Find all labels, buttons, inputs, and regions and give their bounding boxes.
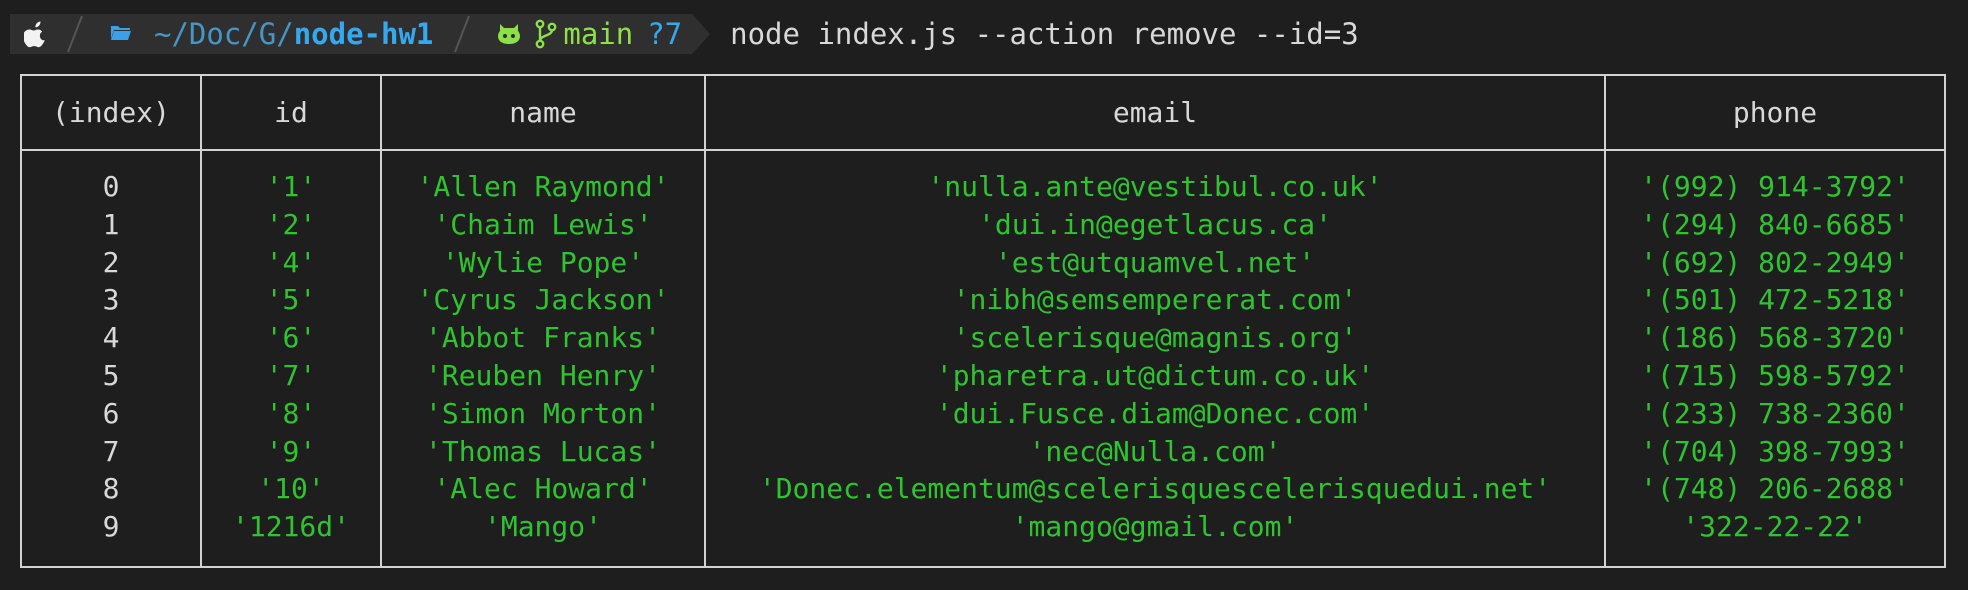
directory-segment: ~/Doc/G/ node-hw1 bbox=[90, 14, 450, 54]
directory-name: node-hw1 bbox=[293, 17, 434, 51]
command-text[interactable]: node index.js --action remove --id=3 bbox=[730, 17, 1359, 51]
header-divider bbox=[22, 149, 1944, 151]
phone-cell: '(692) 802-2949' bbox=[1640, 245, 1910, 279]
column-header-phone: phone bbox=[1732, 96, 1818, 129]
phone-cell: '(294) 840-6685' bbox=[1640, 207, 1910, 241]
email-cell: 'scelerisque@magnis.org' bbox=[952, 321, 1358, 355]
email-column: 'nulla.ante@vestibul.co.uk' 'dui.in@egetl… bbox=[706, 168, 1604, 546]
github-icon bbox=[497, 23, 521, 45]
segment-separator bbox=[62, 14, 90, 54]
git-branch-name: main bbox=[563, 17, 634, 51]
id-cell: '5' bbox=[265, 283, 317, 317]
folder-icon bbox=[110, 22, 132, 47]
email-cell: 'nec@Nulla.com' bbox=[1028, 434, 1282, 468]
git-status: ?7 bbox=[647, 17, 683, 51]
git-segment: main ?7 bbox=[477, 14, 693, 54]
phone-cell: '(704) 398-7993' bbox=[1640, 434, 1910, 468]
index-cell: 4 bbox=[102, 321, 120, 355]
name-column: 'Allen Raymond' 'Chaim Lewis' 'Wylie Pope'… bbox=[382, 168, 704, 546]
column-header-email: email bbox=[1112, 96, 1198, 129]
console-table: (index) id name email phone 0 1 2 3 45 6 7 8 9 '… bbox=[20, 74, 1946, 568]
shell-prompt: ~/Doc/G/ node-hw1 main ?7 node index.js … bbox=[10, 14, 1359, 54]
id-cell: '10' bbox=[257, 472, 325, 506]
name-cell: 'Allen Raymond' bbox=[416, 170, 670, 203]
id-cell: '2' bbox=[265, 207, 317, 241]
email-cell: 'est@utquamvel.net' bbox=[994, 245, 1316, 279]
phone-column: '(992) 914-3792' '(294) 840-6685' '(692) 8… bbox=[1606, 168, 1944, 546]
index-column: 0 1 2 3 45 6 7 8 9 bbox=[22, 168, 200, 546]
id-cell: '4' bbox=[265, 245, 317, 279]
phone-cell: '(186) 568-3720' bbox=[1640, 321, 1910, 355]
phone-cell: '(233) 738-2360' bbox=[1640, 396, 1910, 430]
segment-end-arrow bbox=[692, 14, 711, 54]
email-cell: 'mango@gmail.com' bbox=[1011, 510, 1299, 544]
column-header-id: id bbox=[274, 96, 308, 129]
directory-path-prefix: ~/Doc/G/ bbox=[154, 17, 294, 51]
name-cell: 'Simon Morton' bbox=[424, 396, 661, 430]
email-cell: 'pharetra.ut@dictum.co.uk' bbox=[935, 358, 1375, 392]
phone-cell: '(715) 598-5792' bbox=[1640, 358, 1910, 392]
index-cell: 6 bbox=[102, 396, 120, 430]
phone-cell: '322-22-22' bbox=[1682, 510, 1868, 544]
email-cell: 'dui.in@egetlacus.ca' bbox=[977, 207, 1332, 241]
phone-cell: '(992) 914-3792' bbox=[1640, 170, 1910, 203]
name-cell: 'Cyrus Jackson' bbox=[416, 283, 670, 317]
index-cell: 5 bbox=[102, 358, 120, 392]
name-cell: 'Chaim Lewis' bbox=[433, 207, 653, 241]
phone-cell: '(748) 206-2688' bbox=[1640, 472, 1910, 506]
index-cell: 2 bbox=[102, 245, 120, 279]
phone-cell: '(501) 472-5218' bbox=[1640, 283, 1910, 317]
id-cell: '9' bbox=[265, 434, 317, 468]
index-cell: 8 bbox=[102, 472, 120, 506]
index-cell: 7 bbox=[102, 434, 120, 468]
name-cell: 'Wylie Pope' bbox=[441, 245, 645, 279]
column-header-index: (index) bbox=[51, 96, 170, 129]
os-segment bbox=[10, 14, 62, 54]
email-cell: 'Donec.elementum@scelerisquescelerisqued… bbox=[758, 472, 1552, 506]
id-cell: '8' bbox=[265, 396, 317, 430]
name-cell: 'Thomas Lucas' bbox=[424, 434, 661, 468]
id-cell: '7' bbox=[265, 358, 317, 392]
name-cell: 'Reuben Henry' bbox=[424, 358, 661, 392]
id-cell: '1216d' bbox=[231, 510, 350, 544]
name-cell: 'Mango' bbox=[483, 510, 602, 544]
column-header-name: name bbox=[509, 96, 577, 129]
id-column: '1' '2' '4' '5' '6' '7' '8' '9' '10' '1216d' bbox=[202, 168, 380, 546]
index-cell: 0 bbox=[102, 170, 120, 203]
email-cell: 'dui.Fusce.diam@Donec.com' bbox=[935, 396, 1375, 430]
index-cell: 1 bbox=[102, 207, 120, 241]
email-cell: 'nibh@semsempererat.com' bbox=[952, 283, 1358, 317]
name-cell: 'Abbot Franks' bbox=[424, 321, 661, 355]
segment-separator bbox=[449, 14, 478, 54]
id-cell: '1' bbox=[265, 170, 317, 203]
name-cell: 'Alec Howard' bbox=[433, 472, 653, 506]
apple-icon bbox=[24, 20, 48, 48]
git-branch-icon bbox=[535, 19, 557, 49]
index-cell: 3 bbox=[102, 283, 120, 317]
index-cell: 9 bbox=[102, 510, 120, 544]
id-cell: '6' bbox=[265, 321, 317, 355]
email-cell: 'nulla.ante@vestibul.co.uk' bbox=[927, 170, 1383, 203]
